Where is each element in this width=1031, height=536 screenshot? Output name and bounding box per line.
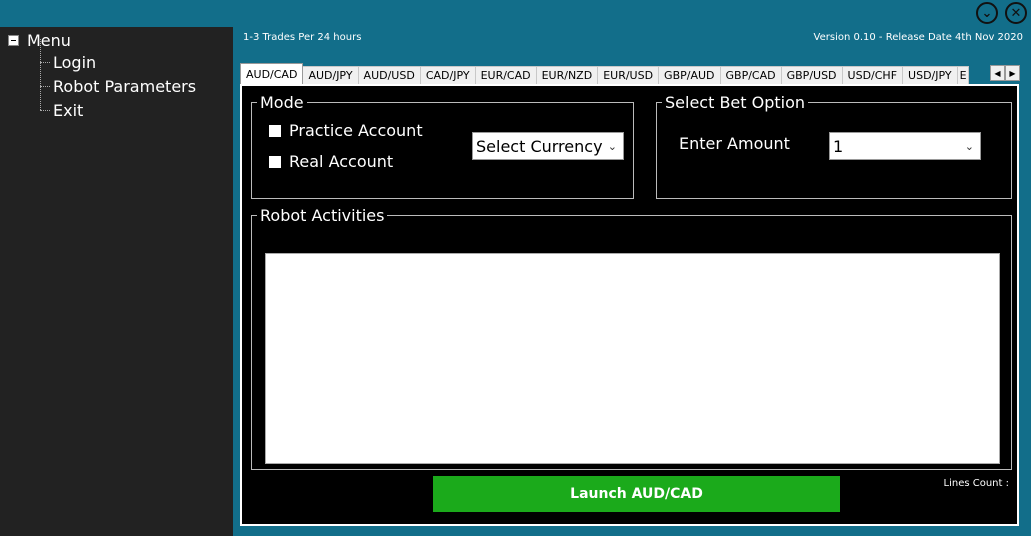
robot-activities-group: Robot Activities: [251, 206, 1012, 470]
tab-usd-jpy[interactable]: USD/JPY: [902, 66, 958, 84]
tab-content-panel: Mode Practice Account Real Account Selec…: [240, 84, 1019, 526]
chevron-down-icon: ⌄: [964, 139, 974, 153]
sidebar: Menu Login Robot Parameters Exit: [0, 27, 233, 536]
tab-eur-nzd[interactable]: EUR/NZD: [535, 66, 599, 84]
tab-truncated[interactable]: E: [956, 66, 969, 84]
minimize-button[interactable]: ⌄: [976, 2, 998, 24]
bet-option-legend: Select Bet Option: [665, 93, 806, 112]
tab-scroll-controls: ◀ ▶: [990, 65, 1020, 81]
lines-count-label: Lines Count :: [943, 478, 1009, 489]
sidebar-item-exit[interactable]: Exit: [40, 87, 84, 121]
currency-select-value: Select Currency: [476, 136, 603, 156]
tab-usd-chf[interactable]: USD/CHF: [841, 66, 904, 84]
tab-eur-cad[interactable]: EUR/CAD: [474, 66, 537, 84]
real-account-label: Real Account: [289, 152, 394, 171]
sidebar-item-label: Exit: [53, 100, 84, 120]
tab-eur-usd[interactable]: EUR/USD: [597, 66, 660, 84]
tab-cad-jpy[interactable]: CAD/JPY: [419, 66, 476, 84]
tab-gbp-aud[interactable]: GBP/AUD: [658, 66, 721, 84]
tab-aud-jpy[interactable]: AUD/JPY: [302, 66, 359, 84]
chevron-down-icon: ⌄: [607, 139, 617, 153]
enter-amount-label: Enter Amount: [679, 134, 790, 153]
robot-activities-legend: Robot Activities: [260, 206, 385, 225]
currency-tabbar: AUD/CAD AUD/JPY AUD/USD CAD/JPY EUR/CAD …: [240, 63, 1020, 84]
currency-select[interactable]: Select Currency ⌄: [472, 132, 624, 160]
real-account-checkbox[interactable]: Real Account: [269, 152, 393, 171]
scroll-left-icon[interactable]: ◀: [990, 65, 1005, 81]
sidebar-item-label: Login: [53, 52, 97, 72]
tab-gbp-usd[interactable]: GBP/USD: [780, 66, 843, 84]
tab-aud-cad[interactable]: AUD/CAD: [240, 63, 304, 84]
trades-info: 1-3 Trades Per 24 hours: [243, 32, 362, 43]
mode-legend: Mode: [260, 93, 304, 112]
checkbox-box[interactable]: [269, 124, 281, 137]
sidebar-item-robot-parameters[interactable]: Robot Parameters: [40, 63, 197, 97]
close-button[interactable]: ✕: [1005, 2, 1027, 24]
tree-root-label: Menu: [27, 30, 71, 50]
practice-account-checkbox[interactable]: Practice Account: [269, 121, 423, 140]
practice-account-label: Practice Account: [289, 121, 423, 140]
amount-select[interactable]: 1 ⌄: [829, 132, 981, 160]
sidebar-item-login[interactable]: Login: [40, 39, 97, 73]
chevron-down-icon: ⌄: [981, 5, 993, 21]
amount-select-value: 1: [833, 136, 844, 156]
tab-gbp-cad[interactable]: GBP/CAD: [719, 66, 782, 84]
version-info: Version 0.10 - Release Date 4th Nov 2020: [813, 32, 1023, 43]
launch-button[interactable]: Launch AUD/CAD: [433, 476, 840, 512]
checkbox-box[interactable]: [269, 155, 281, 168]
scroll-right-icon[interactable]: ▶: [1005, 65, 1020, 81]
robot-activities-log[interactable]: [265, 253, 1000, 464]
collapse-icon[interactable]: [8, 34, 19, 46]
tab-aud-usd[interactable]: AUD/USD: [357, 66, 421, 84]
close-icon: ✕: [1010, 5, 1022, 21]
sidebar-item-label: Robot Parameters: [53, 76, 197, 96]
